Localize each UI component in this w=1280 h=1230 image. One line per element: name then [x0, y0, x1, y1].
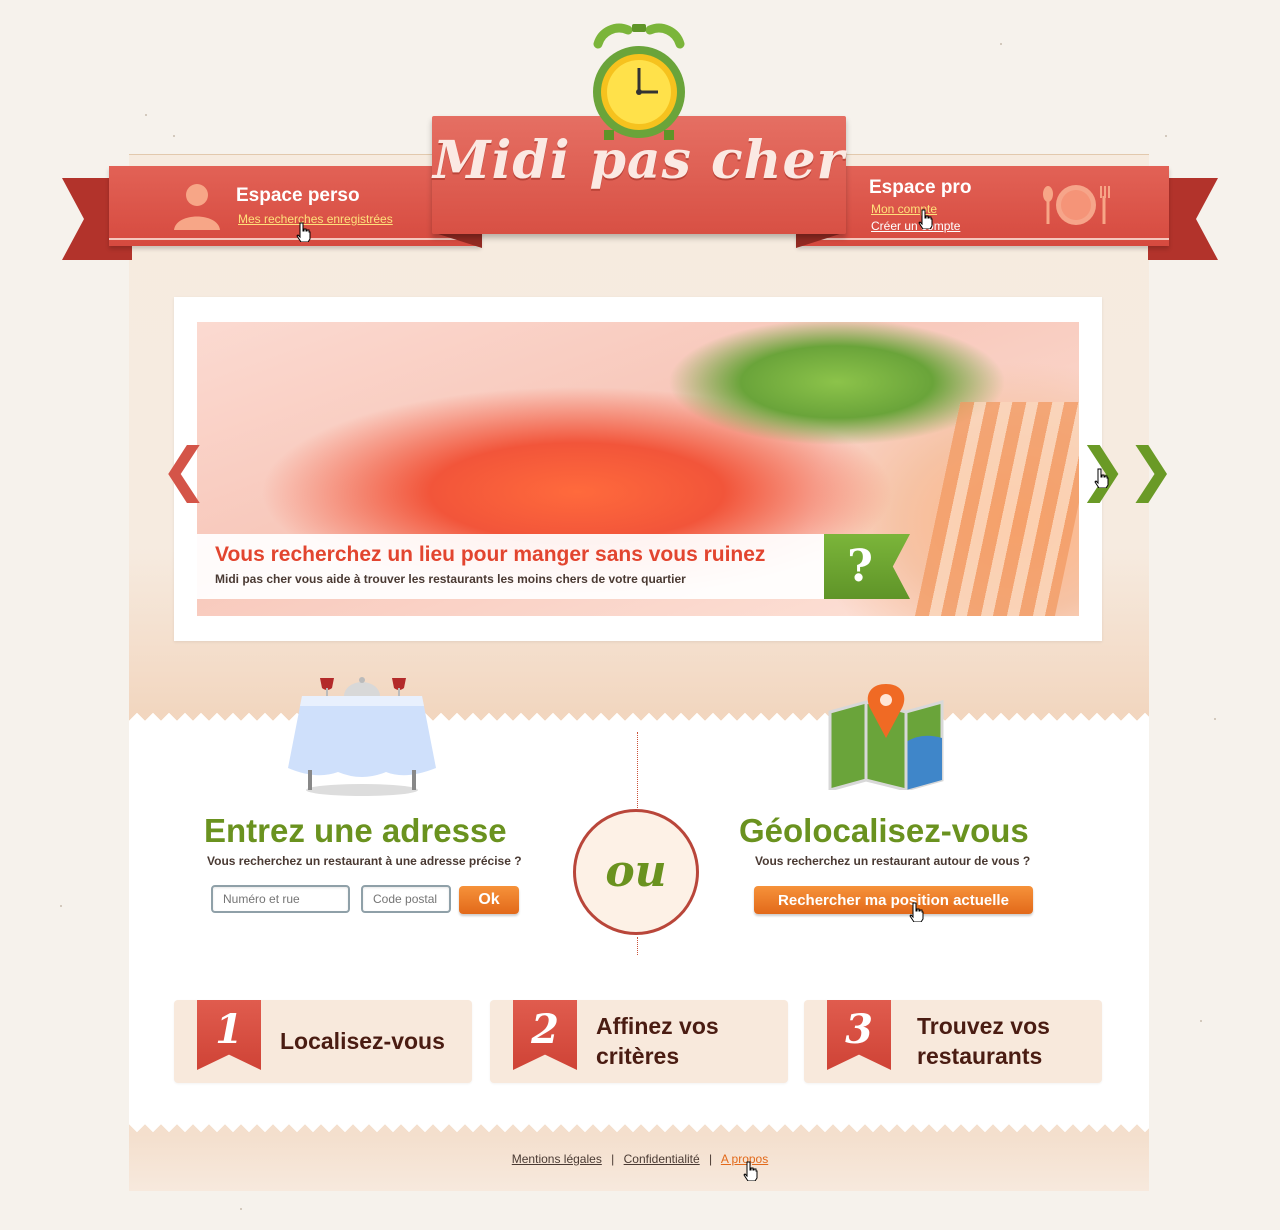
question-mark-icon: ?: [847, 541, 873, 592]
step-card-2: 2 Affinez vos critères: [490, 1000, 788, 1083]
step-number-flag: 2: [513, 1000, 577, 1070]
step-label-line2: critères: [596, 1043, 680, 1069]
hand-cursor-icon: [909, 902, 924, 922]
hand-cursor-icon: [296, 222, 311, 242]
zigzag-edge-bottom: [129, 1119, 1149, 1135]
step-label: Trouvez vos: [917, 1013, 1050, 1039]
footer-separator: |: [611, 1152, 615, 1166]
decor-speck: [1200, 1020, 1202, 1022]
user-icon: [174, 184, 220, 230]
hand-cursor-icon: [743, 1161, 758, 1181]
decor-speck: [1214, 718, 1216, 720]
decor-speck: [60, 905, 62, 907]
step-card-3: 3 Trouvez vos restaurants: [804, 1000, 1102, 1083]
ok-button[interactable]: Ok: [459, 886, 519, 914]
address-search-title: Entrez une adresse: [204, 812, 507, 849]
street-input[interactable]: [211, 885, 350, 913]
map-pin-icon: [828, 684, 944, 790]
zigzag-edge-top: [129, 710, 1149, 726]
geolocation-subtitle: Vous recherchez un restaurant autour de …: [755, 854, 1031, 868]
step-number-flag: 1: [197, 1000, 261, 1070]
legal-notice-link[interactable]: Mentions légales: [512, 1152, 602, 1166]
plate-cutlery-icon: [1043, 185, 1110, 225]
geolocation-title: Géolocalisez-vous: [739, 812, 1029, 849]
section-divider-top: [637, 732, 638, 808]
decor-speck: [145, 114, 147, 116]
footer-separator: |: [709, 1152, 713, 1166]
restaurant-table-icon: [288, 677, 436, 796]
hand-cursor-icon: [918, 209, 933, 229]
slide-fork-detail: [913, 402, 1079, 616]
step-label-line2: restaurants: [917, 1043, 1043, 1069]
hand-cursor-icon: [1094, 468, 1109, 488]
saved-searches-link[interactable]: Mes recherches enregistrées: [238, 212, 393, 226]
step-number-flag: 3: [827, 1000, 891, 1070]
step-label: Localisez-vous: [280, 1028, 445, 1054]
slider-next-arrow[interactable]: ❯❯: [1078, 441, 1175, 499]
footer-nav: Mentions légales | Confidentialité | A p…: [0, 1152, 1280, 1166]
espace-perso-title: Espace perso: [236, 185, 360, 206]
decor-speck: [173, 135, 175, 137]
slide-caption-title: Vous recherchez un lieu pour manger sans…: [215, 543, 766, 566]
postal-code-input[interactable]: [361, 885, 451, 913]
espace-pro-title: Espace pro: [869, 177, 972, 198]
decor-speck: [1000, 43, 1002, 45]
ribbon-pro: [797, 166, 1169, 246]
step-card-1: 1 Localisez-vous: [174, 1000, 472, 1083]
step-label: Affinez vos: [596, 1013, 719, 1039]
create-account-link[interactable]: Créer un compte: [871, 219, 960, 233]
address-search-subtitle: Vous recherchez un restaurant à une adre…: [207, 854, 522, 868]
section-divider-bottom: [637, 937, 638, 955]
or-badge: ou: [573, 809, 699, 935]
slider-prev-arrow[interactable]: ❮: [160, 441, 209, 499]
slide-caption-subtitle: Midi pas cher vous aide à trouver les re…: [215, 572, 686, 586]
decor-speck: [240, 1208, 242, 1210]
geolocate-button[interactable]: Rechercher ma position actuelle: [754, 886, 1033, 914]
decor-speck: [1165, 135, 1167, 137]
alarm-clock-icon: [593, 23, 685, 140]
privacy-link[interactable]: Confidentialité: [624, 1152, 700, 1166]
